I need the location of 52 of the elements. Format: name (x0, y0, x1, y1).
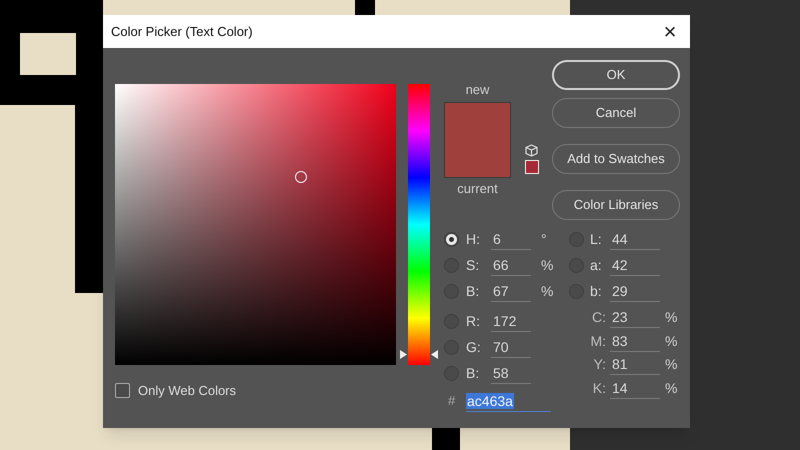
input-field[interactable]: 66 (491, 254, 531, 276)
hex-input-field[interactable]: ac463a (466, 390, 551, 412)
unit-label: % (665, 332, 678, 351)
unit-label: % (665, 308, 678, 328)
picker-handle[interactable] (295, 171, 307, 183)
input-field[interactable]: 6 (491, 228, 531, 250)
input-field[interactable]: 172 (491, 310, 531, 332)
web-safe-swatch[interactable] (524, 160, 538, 174)
input-field[interactable]: 29 (610, 280, 660, 302)
unit-label: % (541, 256, 554, 274)
hue-slider-handle[interactable] (400, 350, 438, 360)
input-field[interactable]: 67 (491, 280, 531, 302)
checkbox-label: Only Web Colors (138, 382, 236, 400)
field-label: B: (466, 364, 480, 382)
field-label: G: (466, 338, 482, 356)
field-label: Y: (592, 355, 607, 374)
field-label: L: (590, 230, 603, 248)
field-label: S: (466, 256, 480, 274)
field-label: C: (591, 308, 607, 328)
input-field[interactable]: 23 (610, 307, 660, 328)
ok-button[interactable]: OK (552, 60, 680, 90)
close-button[interactable]: × (658, 20, 682, 42)
input-field[interactable]: 81 (610, 354, 660, 376)
field-label: b: (590, 282, 603, 300)
color-field[interactable] (115, 84, 396, 365)
input-field[interactable]: 14 (610, 378, 660, 399)
field-label: B: (466, 282, 480, 300)
new-label: new (466, 82, 490, 98)
unit-label: % (665, 355, 678, 374)
unit-label: ° (541, 230, 547, 248)
field-label: M: (589, 332, 607, 351)
field-label: a: (590, 256, 603, 274)
dialog-button[interactable]: Cancel (552, 98, 680, 128)
input-field[interactable]: 58 (491, 362, 531, 384)
input-field[interactable]: 83 (610, 330, 660, 352)
radio-button[interactable] (444, 232, 459, 246)
unit-label: % (665, 378, 678, 398)
cube-icon[interactable] (525, 144, 538, 157)
checkbox[interactable] (115, 383, 130, 398)
field-label: R: (466, 312, 481, 330)
hex-label: # (448, 392, 456, 410)
input-field[interactable]: 42 (610, 254, 660, 276)
input-field[interactable]: 70 (491, 336, 531, 358)
dialog-button[interactable]: Color Libraries (552, 190, 680, 220)
dialog-button[interactable]: Add to Swatches (552, 144, 680, 174)
input-field[interactable]: 44 (610, 228, 660, 250)
field-label: K: (592, 378, 607, 398)
unit-label: % (541, 282, 554, 300)
hue-slider[interactable] (400, 84, 438, 365)
field-label: H: (466, 230, 481, 248)
window-title: Color Picker (Text Color) (111, 22, 253, 41)
current-label: current (457, 181, 498, 197)
